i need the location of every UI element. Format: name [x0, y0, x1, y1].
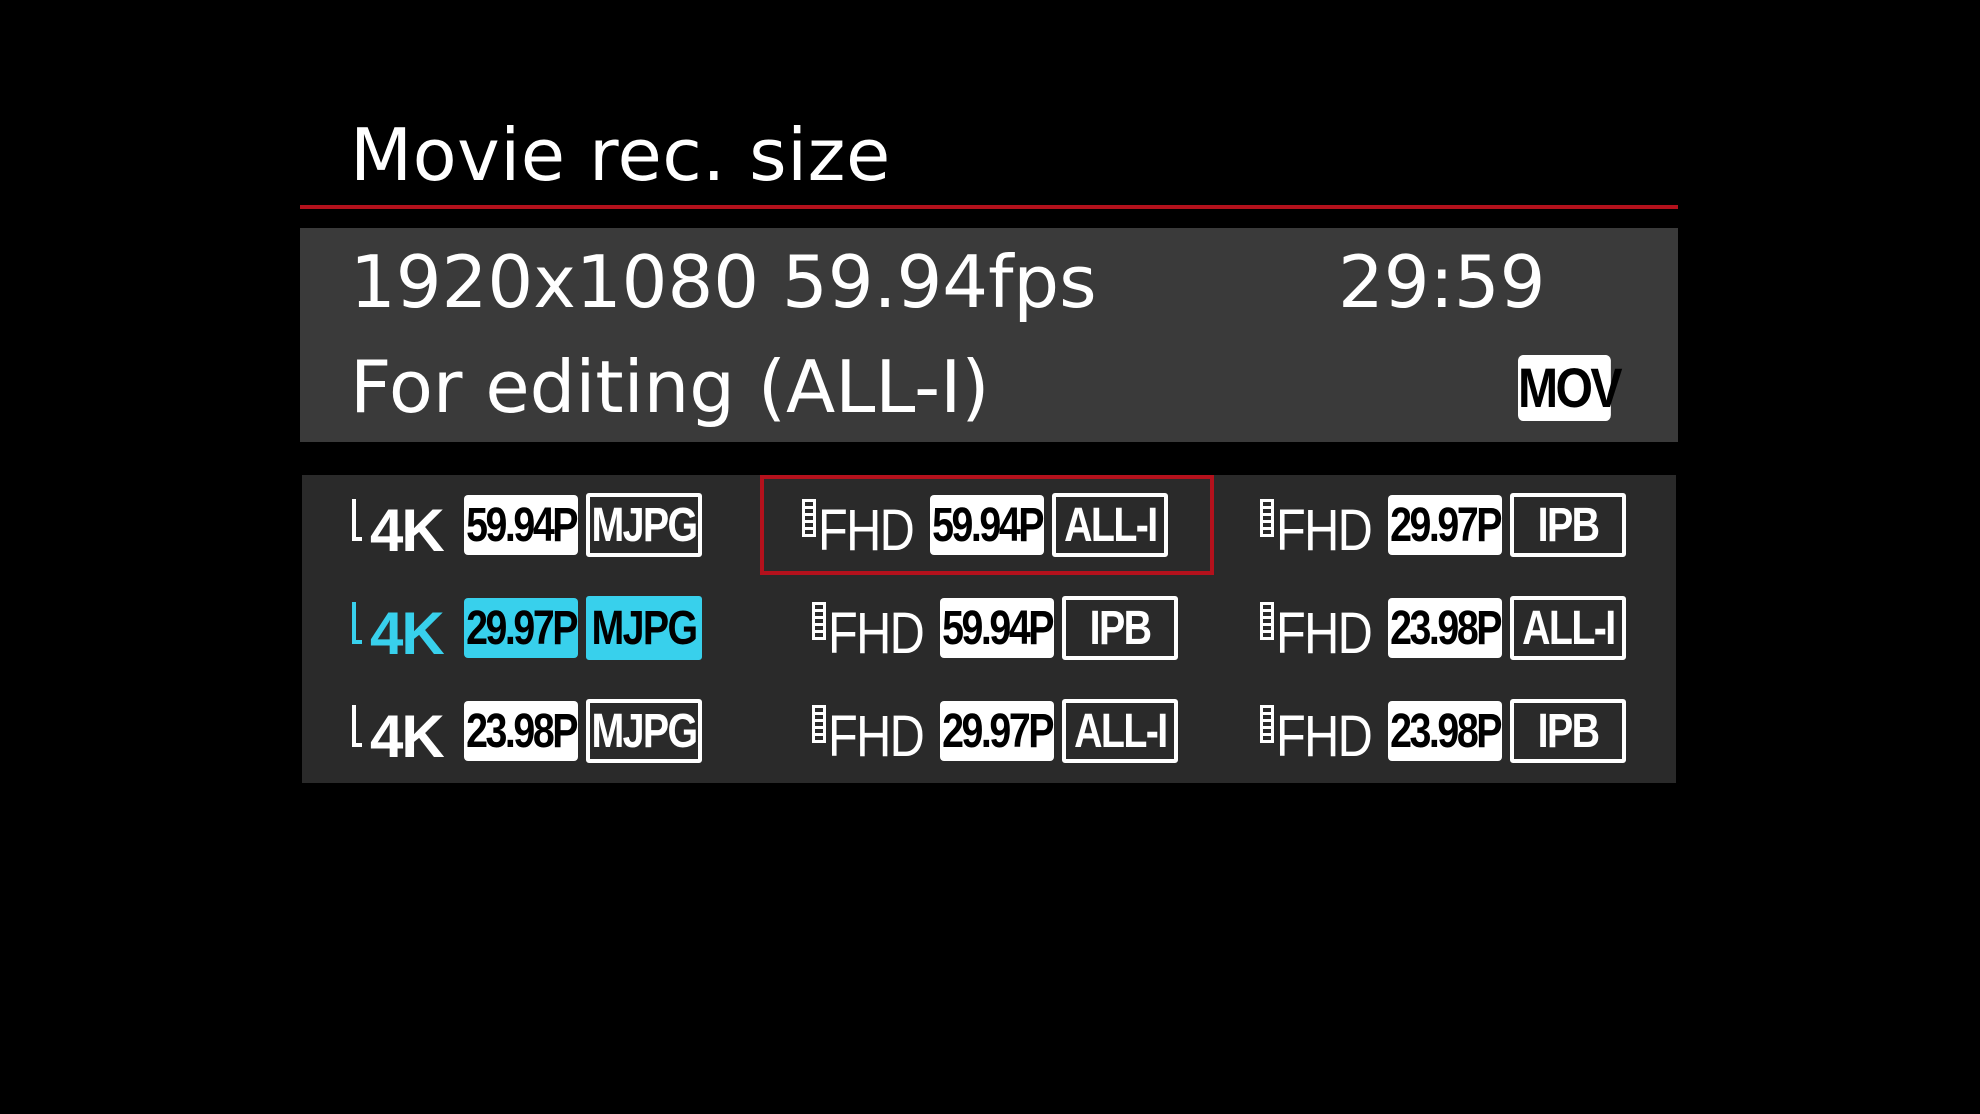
- codec-label: MJPG: [591, 601, 698, 655]
- codec-badge: IPB: [1062, 596, 1178, 660]
- codec-label: ALL-I: [1073, 704, 1168, 758]
- size-option-4k-5994-mjpg[interactable]: 4K 59.94P MJPG: [352, 491, 702, 564]
- size-options-grid: 4K 59.94P MJPG FHD 59.94P ALL-I FHD 29.97P IPB 4K…: [302, 475, 1676, 783]
- film-frame-icon: [352, 602, 362, 644]
- codec-label: ALL-I: [1521, 601, 1616, 655]
- fhd-resolution-icon: FHD: [1260, 491, 1374, 563]
- film-frame-icon: [1260, 602, 1274, 640]
- frame-rate-label: 59.94P: [942, 601, 1054, 655]
- codec-badge: ALL-I: [1062, 699, 1178, 763]
- 4k-resolution-icon: 4K: [352, 491, 450, 564]
- compression-readout: For editing (ALL-I): [350, 345, 990, 429]
- resolution-label: FHD: [818, 498, 915, 563]
- film-frame-icon: [1260, 499, 1274, 537]
- file-format-badge: MOV: [1518, 355, 1623, 421]
- size-option-fhd-2997-alli[interactable]: FHD 29.97P ALL-I: [812, 697, 1178, 769]
- frame-rate-label: 29.97P: [1390, 498, 1502, 552]
- codec-badge: ALL-I: [1052, 493, 1168, 557]
- codec-label: IPB: [1537, 704, 1600, 758]
- fhd-resolution-icon: FHD: [1260, 594, 1374, 666]
- frame-rate-badge: 59.94P: [464, 495, 578, 555]
- size-option-fhd-2398-alli[interactable]: FHD 23.98P ALL-I: [1260, 594, 1626, 666]
- title-divider: [300, 205, 1678, 209]
- codec-badge: MJPG: [586, 493, 702, 557]
- codec-label: IPB: [1537, 498, 1600, 552]
- frame-rate-badge: 29.97P: [1388, 495, 1502, 555]
- resolution-label: FHD: [1276, 601, 1373, 666]
- codec-badge: MJPG: [586, 596, 702, 660]
- 4k-resolution-icon: 4K: [352, 594, 450, 667]
- resolution-fps-readout: 1920x1080 59.94fps: [350, 240, 1097, 324]
- size-option-fhd-2997-ipb[interactable]: FHD 29.97P IPB: [1260, 491, 1626, 563]
- resolution-label: FHD: [1276, 704, 1373, 769]
- size-option-fhd-5994-ipb[interactable]: FHD 59.94P IPB: [812, 594, 1178, 666]
- resolution-label: FHD: [828, 601, 925, 666]
- info-panel: 1920x1080 59.94fps 29:59 For editing (AL…: [300, 228, 1678, 442]
- fhd-resolution-icon: FHD: [802, 491, 916, 563]
- codec-label: IPB: [1089, 601, 1152, 655]
- frame-rate-label: 29.97P: [466, 601, 578, 655]
- fhd-resolution-icon: FHD: [812, 594, 926, 666]
- resolution-label: 4K: [370, 703, 445, 770]
- frame-rate-label: 29.97P: [942, 704, 1054, 758]
- codec-label: MJPG: [591, 498, 698, 552]
- film-frame-icon: [802, 499, 816, 537]
- frame-rate-badge: 59.94P: [930, 495, 1044, 555]
- film-frame-icon: [812, 602, 826, 640]
- resolution-label: 4K: [370, 497, 445, 564]
- fhd-resolution-icon: FHD: [1260, 697, 1374, 769]
- film-frame-icon: [812, 705, 826, 743]
- codec-badge: IPB: [1510, 493, 1626, 557]
- film-frame-icon: [352, 705, 362, 747]
- size-option-fhd-5994-alli[interactable]: FHD 59.94P ALL-I: [802, 491, 1168, 563]
- film-frame-icon: [352, 499, 362, 541]
- size-option-4k-2398-mjpg[interactable]: 4K 23.98P MJPG: [352, 697, 702, 770]
- codec-label: MJPG: [591, 704, 698, 758]
- page-title: Movie rec. size: [350, 113, 891, 197]
- frame-rate-badge: 29.97P: [464, 598, 578, 658]
- codec-badge: IPB: [1510, 699, 1626, 763]
- codec-label: ALL-I: [1063, 498, 1158, 552]
- resolution-label: 4K: [370, 600, 445, 667]
- remaining-time-readout: 29:59: [1338, 240, 1546, 324]
- codec-badge: ALL-I: [1510, 596, 1626, 660]
- fhd-resolution-icon: FHD: [812, 697, 926, 769]
- size-option-fhd-2398-ipb[interactable]: FHD 23.98P IPB: [1260, 697, 1626, 769]
- frame-rate-badge: 59.94P: [940, 598, 1054, 658]
- frame-rate-badge: 29.97P: [940, 701, 1054, 761]
- codec-badge: MJPG: [586, 699, 702, 763]
- 4k-resolution-icon: 4K: [352, 697, 450, 770]
- frame-rate-badge: 23.98P: [464, 701, 578, 761]
- frame-rate-label: 59.94P: [466, 498, 578, 552]
- frame-rate-label: 23.98P: [466, 704, 578, 758]
- film-frame-icon: [1260, 705, 1274, 743]
- frame-rate-label: 23.98P: [1390, 704, 1502, 758]
- frame-rate-label: 23.98P: [1390, 601, 1502, 655]
- resolution-label: FHD: [1276, 498, 1373, 563]
- resolution-label: FHD: [828, 704, 925, 769]
- frame-rate-badge: 23.98P: [1388, 598, 1502, 658]
- frame-rate-badge: 23.98P: [1388, 701, 1502, 761]
- frame-rate-label: 59.94P: [932, 498, 1044, 552]
- size-option-4k-2997-mjpg[interactable]: 4K 29.97P MJPG: [352, 594, 702, 667]
